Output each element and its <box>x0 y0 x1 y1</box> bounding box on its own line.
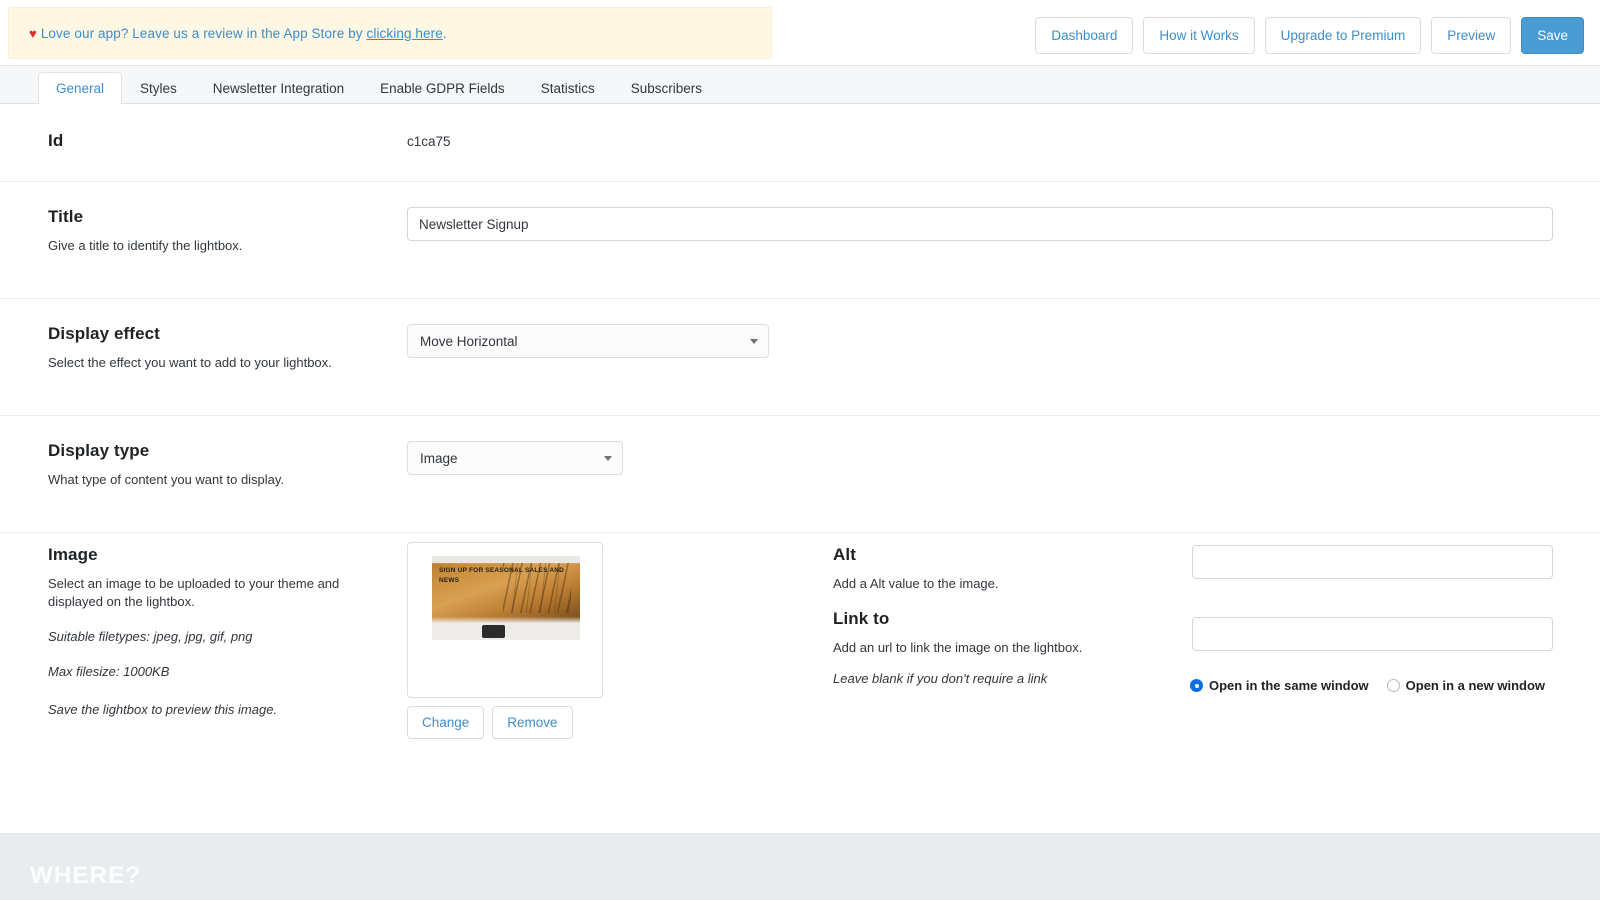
footer-title: WHERE? <box>30 862 142 889</box>
display-type-label: Display type <box>48 441 150 460</box>
top-bar: ♥ Love our app? Leave us a review in the … <box>0 0 1600 66</box>
review-banner-text-after: . <box>442 25 447 41</box>
display-type-selected-value: Image <box>420 450 458 466</box>
review-banner: ♥ Love our app? Leave us a review in the … <box>8 7 772 59</box>
footer-spacer <box>0 801 1600 833</box>
radio-open-new-window[interactable]: Open in a new window <box>1386 678 1546 693</box>
tab-statistics[interactable]: Statistics <box>523 72 613 104</box>
section-display-type: Display type What type of content you wa… <box>0 416 1600 533</box>
radio-open-new-window-label: Open in a new window <box>1405 678 1546 693</box>
alt-helper-text: Add a Alt value to the image. <box>833 576 999 591</box>
radio-open-same-window-label: Open in the same window <box>1209 678 1369 693</box>
display-effect-helper-text: Select the effect you want to add to you… <box>48 355 332 370</box>
tab-newsletter-integration[interactable]: Newsletter Integration <box>195 72 362 104</box>
link-to-blank-hint: Leave blank if you don't require a link <box>833 670 1048 686</box>
review-banner-link[interactable]: clicking here <box>367 26 443 41</box>
how-it-works-button[interactable]: How it Works <box>1143 17 1255 54</box>
tab-enable-gdpr-fields[interactable]: Enable GDPR Fields <box>362 72 523 104</box>
section-image: Image Select an image to be uploaded to … <box>0 533 1600 801</box>
alt-label: Alt <box>833 545 856 564</box>
title-label: Title <box>48 207 84 226</box>
image-thumbnail: SIGN UP FOR SEASONAL SALES AND NEWS <box>432 556 580 640</box>
preview-button[interactable]: Preview <box>1431 17 1512 54</box>
tab-styles[interactable]: Styles <box>122 72 195 104</box>
display-effect-selected-value: Move Horizontal <box>420 333 518 349</box>
dashboard-button[interactable]: Dashboard <box>1035 17 1134 54</box>
heart-icon: ♥ <box>29 25 37 41</box>
upgrade-to-premium-button[interactable]: Upgrade to Premium <box>1264 17 1422 54</box>
radio-open-same-window[interactable]: Open in the same window <box>1190 678 1369 693</box>
image-save-hint-text: Save the lightbox to preview this image. <box>48 701 278 717</box>
display-type-helper-text: What type of content you want to display… <box>48 472 285 487</box>
title-helper-text: Give a title to identify the lightbox. <box>48 238 243 253</box>
action-buttons: Dashboard How it Works Upgrade to Premiu… <box>1035 17 1584 54</box>
tab-bar: General Styles Newsletter Integration En… <box>0 66 1600 104</box>
display-effect-select[interactable]: Move Horizontal <box>407 324 769 358</box>
image-label: Image <box>48 545 98 564</box>
thumbnail-caption: SIGN UP FOR SEASONAL SALES AND NEWS <box>439 567 565 585</box>
radio-selected-icon <box>1190 679 1203 692</box>
id-value: c1ca75 <box>407 134 451 149</box>
remove-image-button[interactable]: Remove <box>492 706 573 739</box>
title-input[interactable] <box>407 207 1553 241</box>
image-filetypes-text: Suitable filetypes: jpeg, jpg, gif, png <box>48 628 253 644</box>
change-image-button[interactable]: Change <box>407 706 485 739</box>
review-banner-text-before: Love our app? Leave us a review in the A… <box>40 25 367 41</box>
image-helper-text: Select an image to be uploaded to your t… <box>48 576 340 610</box>
section-title: Title Give a title to identify the light… <box>0 182 1600 299</box>
alt-input[interactable] <box>1192 545 1553 579</box>
radio-unselected-icon <box>1386 679 1400 692</box>
link-to-helper-text: Add an url to link the image on the ligh… <box>833 640 1083 656</box>
image-action-buttons: Change Remove <box>407 706 573 739</box>
review-banner-text: ♥ Love our app? Leave us a review in the … <box>29 26 447 41</box>
image-thumbnail-card: SIGN UP FOR SEASONAL SALES AND NEWS <box>407 542 603 698</box>
footer-band: WHERE? <box>0 833 1600 900</box>
tab-general[interactable]: General <box>38 72 123 104</box>
thumbnail-table-leg <box>482 624 505 639</box>
window-target-radio-group: Open in the same window Open in a new wi… <box>1190 678 1545 693</box>
image-max-filesize-text: Max filesize: 1000KB <box>48 664 170 680</box>
id-label: Id <box>48 131 64 150</box>
tab-subscribers[interactable]: Subscribers <box>613 72 720 104</box>
settings-content: Id c1ca75 Title Give a title to identify… <box>0 104 1600 801</box>
link-to-input[interactable] <box>1192 617 1553 651</box>
display-type-select[interactable]: Image <box>407 441 623 475</box>
save-button[interactable]: Save <box>1521 17 1584 54</box>
section-display-effect: Display effect Select the effect you wan… <box>0 299 1600 416</box>
section-id: Id c1ca75 <box>0 104 1600 182</box>
display-effect-label: Display effect <box>48 324 160 343</box>
link-to-label: Link to <box>833 609 890 629</box>
